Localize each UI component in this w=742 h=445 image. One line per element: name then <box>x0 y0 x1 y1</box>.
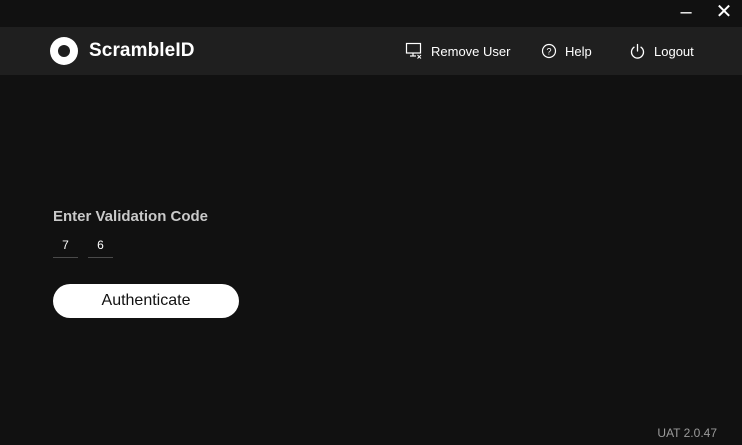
minimize-button[interactable]: – <box>668 0 704 27</box>
version-label: UAT 2.0.47 <box>657 426 717 440</box>
close-button[interactable]: ✕ <box>706 0 742 27</box>
app-header: ScrambleID Remove User ? Help Logout <box>0 27 742 75</box>
power-icon <box>630 43 645 59</box>
brand: ScrambleID <box>50 37 195 65</box>
brand-name: ScrambleID <box>89 40 195 61</box>
code-digit-1[interactable] <box>53 232 78 258</box>
scrambleid-logo-icon <box>50 37 78 65</box>
remove-user-button[interactable]: Remove User <box>405 27 510 75</box>
title-bar: – ✕ <box>0 0 742 27</box>
help-label: Help <box>565 43 592 59</box>
svg-text:?: ? <box>546 47 551 57</box>
logout-label: Logout <box>654 43 694 59</box>
authenticate-button[interactable]: Authenticate <box>53 284 239 318</box>
code-digit-2[interactable] <box>88 232 113 258</box>
logout-button[interactable]: Logout <box>629 27 694 75</box>
validation-code-inputs <box>53 232 123 258</box>
help-icon: ? <box>541 43 557 59</box>
validation-code-label: Enter Validation Code <box>53 208 209 225</box>
help-button[interactable]: ? Help <box>541 27 592 75</box>
remove-user-icon <box>405 42 422 59</box>
app-window: – ✕ ScrambleID Remove User ? Help Logout… <box>0 0 742 445</box>
remove-user-label: Remove User <box>431 43 511 59</box>
